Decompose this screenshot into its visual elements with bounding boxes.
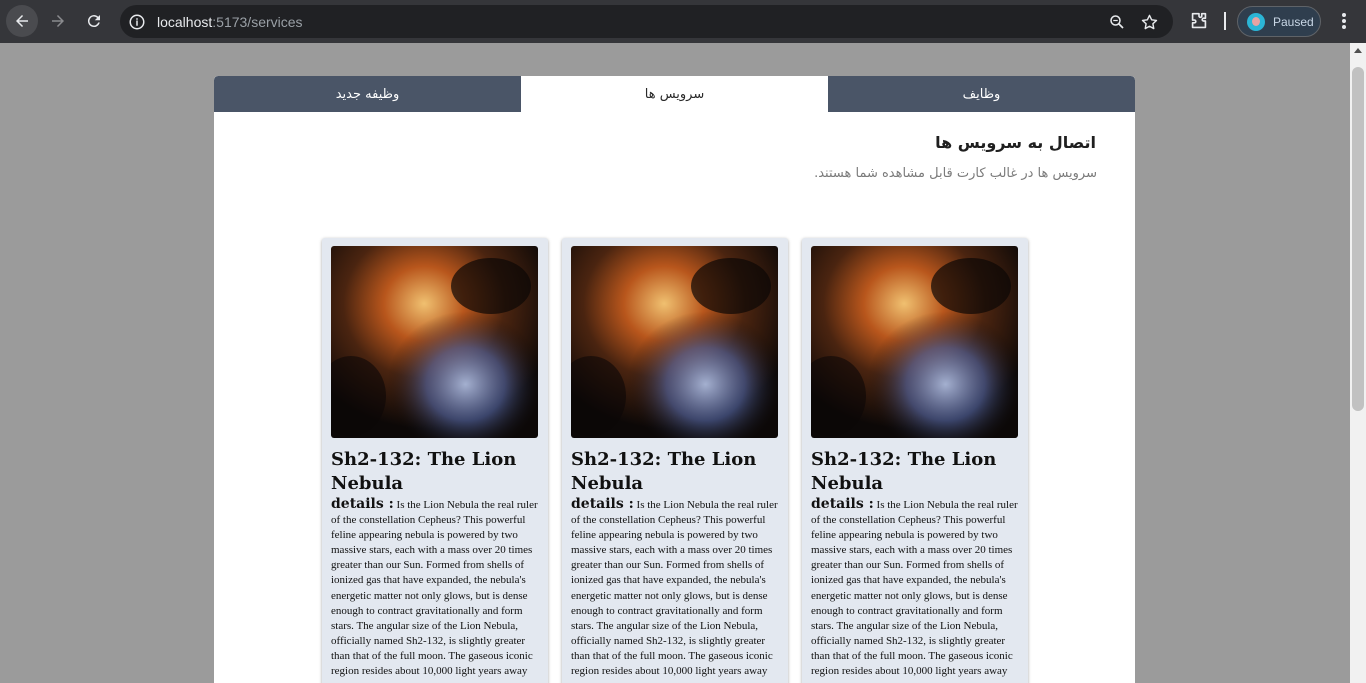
nebula-image — [331, 246, 538, 438]
details-label: details : — [571, 496, 634, 512]
details-label: details : — [331, 496, 394, 512]
url-path: :5173/services — [212, 13, 303, 30]
page-scrollbar[interactable] — [1350, 43, 1366, 683]
tab-bar: وظیفه جدید سرویس ها وظایف — [214, 76, 1135, 112]
tab-label: سرویس ها — [644, 86, 705, 102]
card-title: Sh2-132: The Lion Nebula — [811, 449, 997, 494]
browser-toolbar: localhost:5173/services Paused — [0, 0, 1366, 43]
scroll-up-icon[interactable] — [1354, 48, 1362, 53]
tab-label: وظایف — [962, 86, 1001, 102]
card-title: Sh2-132: The Lion Nebula — [331, 449, 517, 494]
card-details: details : Is the Lion Nebula the real ru… — [811, 496, 1020, 679]
toolbar-divider — [1224, 12, 1226, 30]
kebab-menu-icon[interactable] — [1335, 11, 1353, 31]
extensions-icon[interactable] — [1188, 10, 1210, 32]
page-title: اتصال به سرویس ها — [935, 133, 1096, 152]
main-panel: وظیفه جدید سرویس ها وظایف اتصال به سرویس… — [214, 76, 1135, 683]
card-title: Sh2-132: The Lion Nebula — [571, 449, 757, 494]
url-text: localhost:5173/services — [157, 14, 303, 30]
page-viewport: وظیفه جدید سرویس ها وظایف اتصال به سرویس… — [0, 43, 1350, 683]
profile-status-label: Paused — [1273, 14, 1314, 29]
service-card[interactable]: Sh2-132: The Lion Nebula details : Is th… — [562, 238, 788, 683]
tab-label: وظیفه جدید — [335, 86, 400, 102]
address-bar[interactable]: localhost:5173/services — [120, 5, 1173, 38]
card-details: details : Is the Lion Nebula the real ru… — [571, 496, 780, 679]
service-card-grid: Sh2-132: The Lion Nebula details : Is th… — [322, 238, 1028, 683]
site-info-icon[interactable] — [126, 11, 148, 33]
service-card[interactable]: Sh2-132: The Lion Nebula details : Is th… — [322, 238, 548, 683]
forward-arrow-icon — [52, 15, 64, 27]
details-text: Is the Lion Nebula the real ruler of the… — [331, 499, 538, 678]
tab-services[interactable]: سرویس ها — [521, 76, 828, 112]
nebula-image — [571, 246, 778, 438]
scrollbar-thumb[interactable] — [1352, 67, 1364, 411]
back-button[interactable] — [6, 5, 38, 37]
reload-button[interactable] — [78, 5, 110, 37]
bookmark-star-icon[interactable] — [1139, 12, 1159, 32]
tab-tasks[interactable]: وظایف — [828, 76, 1135, 112]
details-text: Is the Lion Nebula the real ruler of the… — [811, 499, 1018, 678]
tab-new-task[interactable]: وظیفه جدید — [214, 76, 521, 112]
details-label: details : — [811, 496, 874, 512]
profile-button[interactable]: Paused — [1237, 6, 1321, 37]
card-details: details : Is the Lion Nebula the real ru… — [331, 496, 540, 679]
back-arrow-icon — [16, 15, 28, 27]
nebula-image — [811, 246, 1018, 438]
service-card[interactable]: Sh2-132: The Lion Nebula details : Is th… — [802, 238, 1028, 683]
url-host: localhost — [157, 13, 213, 30]
avatar — [1247, 12, 1265, 31]
forward-button[interactable] — [42, 5, 74, 37]
zoom-icon[interactable] — [1107, 12, 1127, 32]
reload-icon — [87, 15, 100, 28]
details-text: Is the Lion Nebula the real ruler of the… — [571, 499, 778, 678]
page-subtitle: سرویس ها در غالب کارت قابل مشاهده شما هس… — [814, 166, 1097, 181]
